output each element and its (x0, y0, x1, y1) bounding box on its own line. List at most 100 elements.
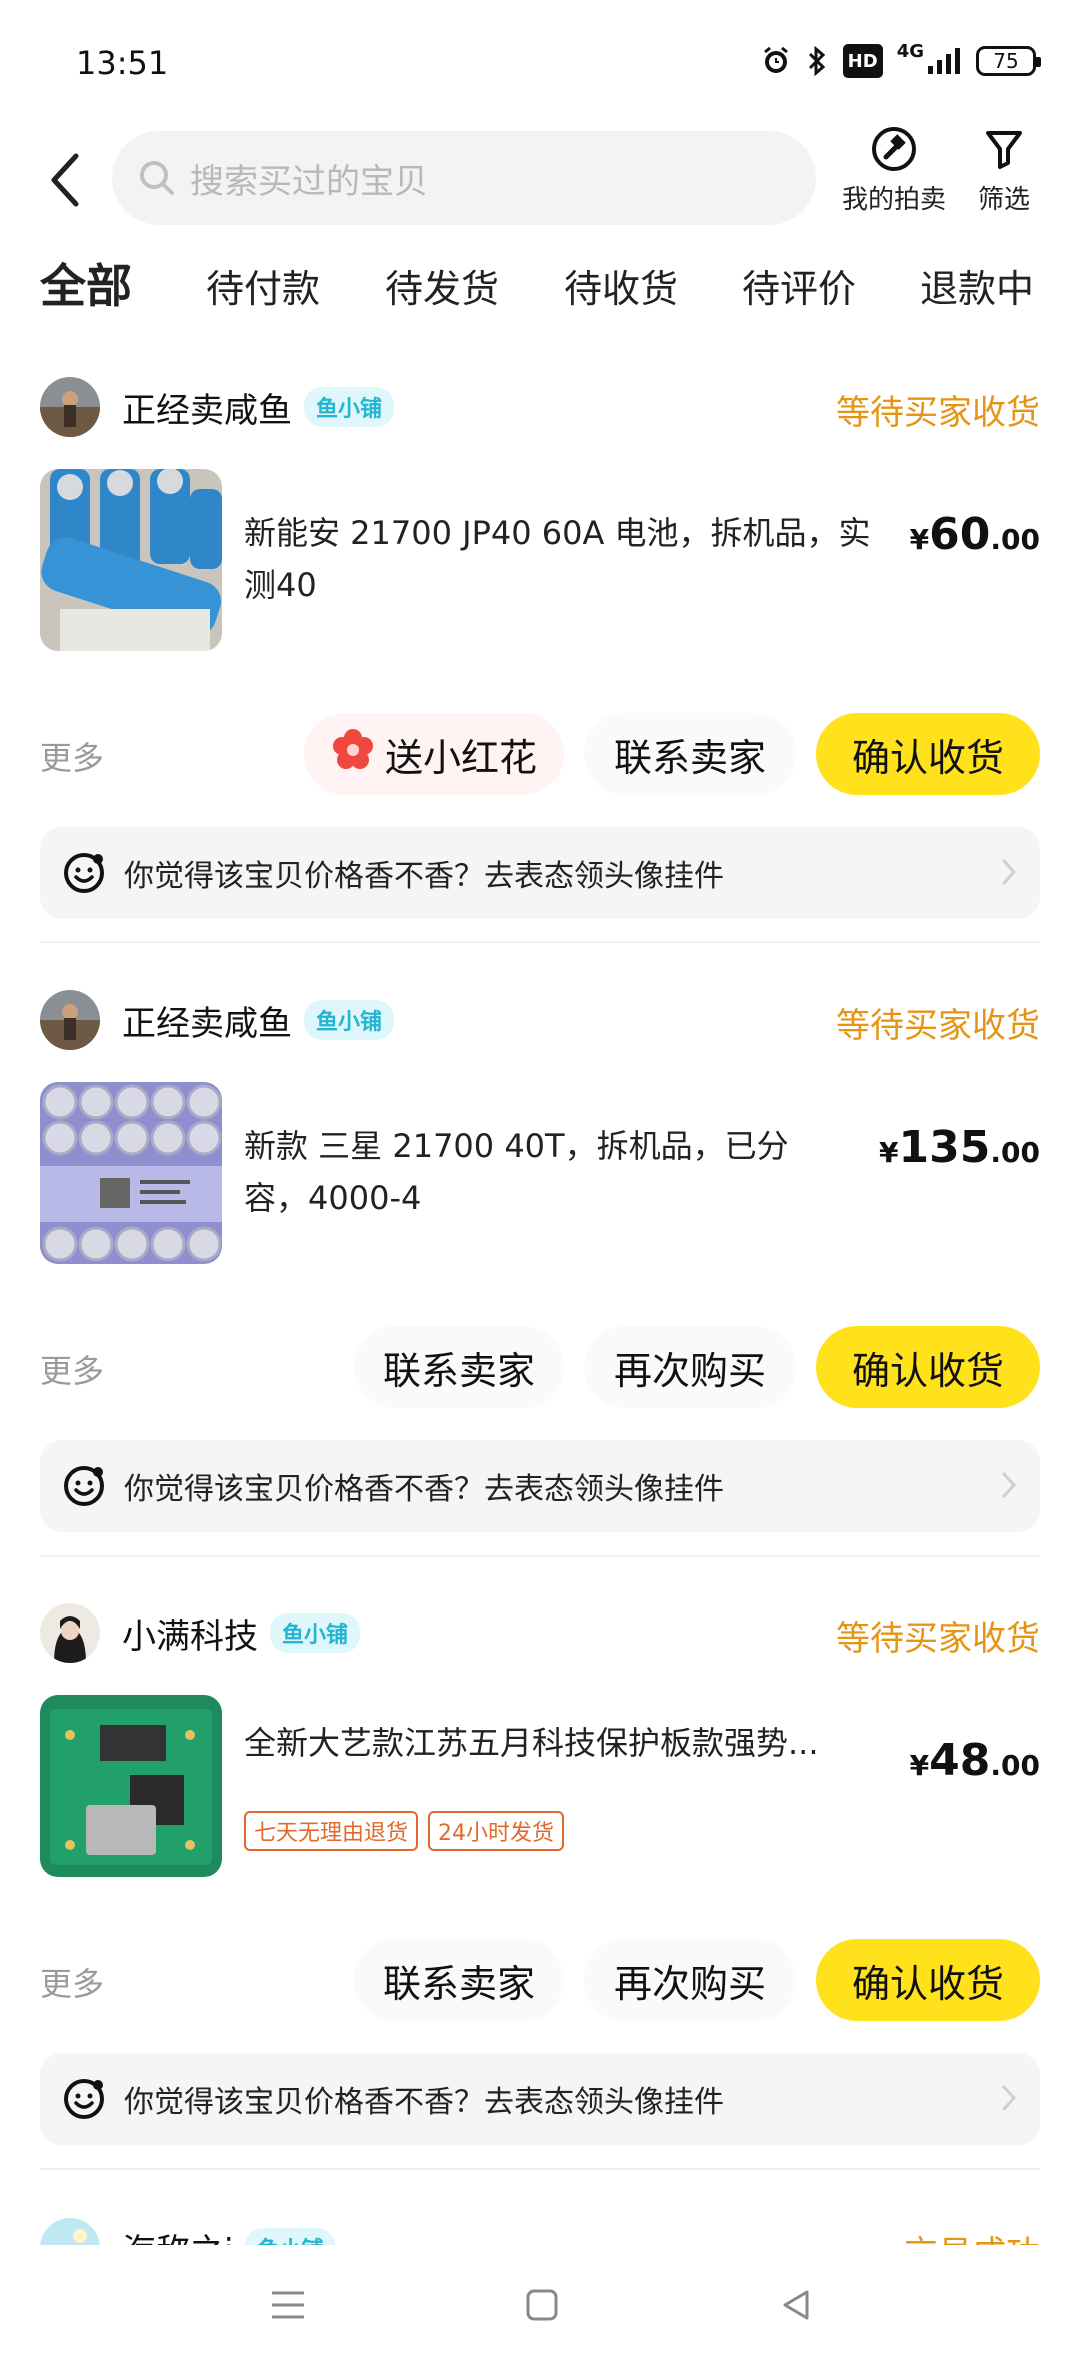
product-row[interactable]: 全新大艺款江苏五月科技保护板款强势... 七天无理由退货 24小时发货 ¥48.… (40, 1695, 1040, 1877)
smiley-icon (64, 2079, 104, 2119)
product-title: 全新大艺款江苏五月科技保护板款强势... (244, 1724, 819, 1762)
tab-pending-receipt[interactable]: 待收货 (564, 258, 678, 313)
service-tag: 24小时发货 (428, 1811, 565, 1851)
order-card: 正经卖咸鱼 鱼小铺 等待买家收货 新款 三星 21700 40T，拆机品，已分容… (40, 990, 1040, 1532)
order-tabs: 全部 待付款 待发货 待收货 待评价 退款中 (0, 250, 1080, 330)
seller-row[interactable]: 正经卖咸鱼 鱼小铺 等待买家收货 (40, 990, 1040, 1050)
more-button[interactable]: 更多 (40, 733, 104, 779)
order-status: 等待买家收货 (836, 393, 1040, 433)
search-input[interactable]: 搜索买过的宝贝 (112, 131, 816, 225)
product-image (40, 1695, 222, 1877)
filter-icon (986, 131, 1022, 169)
seller-avatar (40, 1603, 100, 1663)
buy-again-button[interactable]: 再次购买 (584, 1326, 796, 1408)
product-price: ¥60.00 (909, 509, 1040, 560)
tab-pending-payment[interactable]: 待付款 (206, 258, 320, 313)
confirm-receipt-button[interactable]: 确认收货 (816, 1939, 1040, 2021)
tab-label: 全部 (40, 259, 132, 313)
bluetooth-icon (805, 44, 829, 78)
divider (40, 941, 1040, 943)
my-auction-label: 我的拍卖 (842, 185, 947, 215)
promo-text: 你觉得该宝贝价格香不香？去表态领头像挂件 (124, 2085, 724, 2120)
header: 搜索买过的宝贝 我的拍卖 筛选 (0, 125, 1080, 235)
flower-icon (331, 728, 375, 781)
more-button[interactable]: 更多 (40, 1959, 104, 2005)
chevron-right-icon (1002, 1472, 1017, 1498)
contact-seller-button[interactable]: 联系卖家 (584, 713, 796, 795)
confirm-receipt-button[interactable]: 确认收货 (816, 713, 1040, 795)
home-button[interactable] (512, 2275, 572, 2335)
order-actions: 更多 联系卖家 再次购买 确认收货 (40, 1939, 1040, 2021)
promo-text: 你觉得该宝贝价格香不香？去表态领头像挂件 (124, 859, 724, 894)
tab-label: 退款中 (920, 267, 1035, 311)
seller-row[interactable]: 正经卖咸鱼 鱼小铺 等待买家收货 (40, 377, 1040, 437)
product-image (40, 469, 222, 651)
status-bar: 13:51 HD 4G 75 (0, 0, 1080, 120)
order-status: 等待买家收货 (836, 1619, 1040, 1659)
send-flower-button[interactable]: 送小红花 (304, 713, 564, 795)
smiley-icon (64, 1466, 104, 1506)
search-placeholder: 搜索买过的宝贝 (190, 161, 428, 202)
tab-all[interactable]: 全部 (38, 250, 134, 316)
chevron-right-icon (1002, 859, 1017, 885)
button-label: 确认收货 (851, 735, 1004, 780)
chevron-right-icon (1002, 2085, 1017, 2111)
system-nav-bar (0, 2245, 1080, 2376)
tab-pending-shipment[interactable]: 待发货 (385, 258, 499, 313)
contact-seller-button[interactable]: 联系卖家 (354, 1326, 564, 1408)
auction-icon (872, 127, 916, 171)
status-time: 13:51 (76, 44, 169, 82)
promo-banner[interactable]: 你觉得该宝贝价格香不香？去表态领头像挂件 (40, 827, 1040, 919)
product-title: 新能安 21700 JP40 60A 电池，拆机品，实测40 (244, 514, 871, 604)
search-icon (140, 161, 174, 195)
confirm-receipt-button[interactable]: 确认收货 (816, 1326, 1040, 1408)
recent-apps-button[interactable] (258, 2275, 318, 2335)
seller-name: 正经卖咸鱼 (122, 1003, 292, 1044)
shop-badge: 鱼小铺 (304, 387, 395, 427)
seller-row[interactable]: 小满科技 鱼小铺 等待买家收货 (40, 1603, 1040, 1663)
promo-banner[interactable]: 你觉得该宝贝价格香不香？去表态领头像挂件 (40, 2053, 1040, 2145)
signal-icon: 4G (897, 43, 962, 78)
tab-label: 待收货 (564, 267, 679, 311)
seller-name: 正经卖咸鱼 (122, 390, 292, 431)
product-row[interactable]: 新款 三星 21700 40T，拆机品，已分容，4000-4 ¥135.00 (40, 1082, 1040, 1264)
hd-icon: HD (842, 44, 883, 78)
home-square-icon (526, 2289, 558, 2321)
order-card: 正经卖咸鱼 鱼小铺 等待买家收货 新能安 21700 JP40 60A 电池，拆… (40, 377, 1040, 919)
shop-badge: 鱼小铺 (270, 1613, 361, 1653)
seller-avatar (40, 377, 100, 437)
my-auction-button[interactable]: 我的拍卖 (842, 125, 946, 216)
order-actions: 更多 联系卖家 再次购买 确认收货 (40, 1326, 1040, 1408)
menu-icon (272, 2291, 304, 2319)
service-tag: 七天无理由退货 (244, 1811, 419, 1851)
order-card: 小满科技 鱼小铺 等待买家收货 全新大艺款江苏五月科技保护板款强势... 七天无… (40, 1603, 1040, 2145)
buy-again-button[interactable]: 再次购买 (584, 1939, 796, 2021)
tab-refunding[interactable]: 退款中 (920, 258, 1034, 313)
order-status: 等待买家收货 (836, 1006, 1040, 1046)
divider (40, 2168, 1040, 2170)
product-price: ¥135.00 (879, 1122, 1040, 1173)
tab-label: 待评价 (742, 267, 857, 311)
filter-label: 筛选 (978, 185, 1031, 215)
button-label: 确认收货 (851, 1961, 1004, 2006)
button-label: 联系卖家 (382, 1961, 535, 2006)
order-actions: 更多 送小红花 联系卖家 确认收货 (40, 713, 1040, 795)
button-label: 送小红花 (384, 735, 537, 780)
promo-text: 你觉得该宝贝价格香不香？去表态领头像挂件 (124, 1472, 724, 1507)
more-button[interactable]: 更多 (40, 1346, 104, 1392)
filter-button[interactable]: 筛选 (978, 125, 1030, 216)
service-tags: 七天无理由退货 24小时发货 (244, 1811, 565, 1851)
product-price: ¥48.00 (909, 1735, 1040, 1786)
button-label: 确认收货 (851, 1348, 1004, 1393)
product-row[interactable]: 新能安 21700 JP40 60A 电池，拆机品，实测40 ¥60.00 (40, 469, 1040, 651)
promo-banner[interactable]: 你觉得该宝贝价格香不香？去表态领头像挂件 (40, 1440, 1040, 1532)
button-label: 联系卖家 (613, 735, 766, 780)
smiley-icon (64, 853, 104, 893)
tab-pending-review[interactable]: 待评价 (742, 258, 856, 313)
back-button[interactable] (40, 145, 90, 215)
button-label: 再次购买 (613, 1961, 766, 2006)
contact-seller-button[interactable]: 联系卖家 (354, 1939, 564, 2021)
back-nav-button[interactable] (766, 2275, 826, 2335)
button-label: 联系卖家 (382, 1348, 535, 1393)
chevron-left-icon (51, 153, 79, 207)
